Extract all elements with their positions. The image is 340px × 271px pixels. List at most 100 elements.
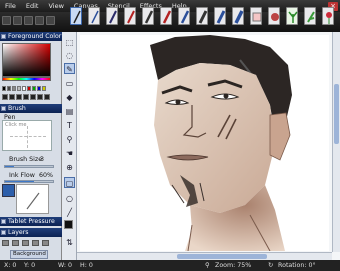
ink-flow-slider[interactable] <box>4 180 54 183</box>
brush-size-fill <box>5 166 14 167</box>
selection-height: H: 0 <box>80 262 93 269</box>
redo-icon[interactable] <box>46 16 55 25</box>
rect-tool-icon[interactable]: ▢ <box>64 177 75 188</box>
swatch[interactable] <box>42 86 46 91</box>
layer-down-icon[interactable] <box>42 240 49 246</box>
foreground-color-swatch[interactable] <box>64 220 73 229</box>
foreground-color-title: Foreground Color <box>8 33 62 40</box>
crayon-icon[interactable] <box>232 7 244 25</box>
collapse-toggle-icon[interactable] <box>1 230 6 235</box>
brush-preview-hint: Click me <box>5 122 27 128</box>
eraser-tool-icon[interactable]: ▭ <box>64 77 75 88</box>
zoom-icon[interactable]: ⊕ <box>64 161 75 172</box>
print-icon[interactable] <box>24 16 33 25</box>
fine-brush-icon[interactable] <box>88 7 100 25</box>
ellipse-tool-icon[interactable]: ○ <box>64 192 75 203</box>
paint-brush-icon[interactable] <box>124 7 136 25</box>
rose-brush-icon[interactable] <box>322 7 334 25</box>
rotation-icon: ↻ <box>268 262 274 269</box>
tablet-pressure-header[interactable]: Tablet Pressure <box>0 217 62 226</box>
layers-header[interactable]: Layers <box>0 228 62 237</box>
lasso-icon[interactable]: ◌ <box>64 49 75 60</box>
brush-stroke-preview <box>16 184 49 214</box>
tablet-pressure-title: Tablet Pressure <box>8 218 55 225</box>
foreground-color-header[interactable]: Foreground Color <box>0 32 62 41</box>
drawing-canvas[interactable] <box>80 35 329 252</box>
swatch[interactable] <box>12 86 16 91</box>
ink-flow-value: 60% <box>39 172 53 179</box>
brush-size-slider[interactable] <box>4 165 54 168</box>
brush-color-box[interactable] <box>2 184 15 197</box>
add-layer-icon[interactable] <box>2 240 9 246</box>
scroll-thumb[interactable] <box>177 254 267 259</box>
select-icon[interactable]: ⬚ <box>64 36 75 47</box>
layer-up-icon[interactable] <box>32 240 39 246</box>
swatch[interactable] <box>23 94 29 100</box>
cursor-x: X: 0 <box>4 262 17 269</box>
brush-size-label: Brush Size <box>9 156 43 163</box>
swatch[interactable] <box>16 94 22 100</box>
swatch[interactable] <box>7 86 11 91</box>
zoom-level: Zoom: 75% <box>215 262 252 269</box>
save-icon[interactable] <box>13 16 22 25</box>
fill-icon[interactable]: ◆ <box>64 91 75 102</box>
collapse-toggle-icon[interactable] <box>1 219 6 224</box>
swatch[interactable] <box>27 86 31 91</box>
swatch[interactable] <box>37 86 41 91</box>
portrait-sketch <box>150 35 292 252</box>
menu-view[interactable]: View <box>43 0 68 12</box>
leaf-brush-icon[interactable] <box>304 7 316 25</box>
canvas-area[interactable] <box>77 32 340 260</box>
charcoal-icon[interactable] <box>214 7 226 25</box>
layers-title: Layers <box>8 229 29 236</box>
brush-header[interactable]: Brush <box>0 104 62 113</box>
pen-icon[interactable] <box>70 7 82 25</box>
color-picker-field[interactable] <box>2 43 51 77</box>
pen-tool-icon[interactable]: ✎ <box>64 63 75 74</box>
plant-brush-icon[interactable] <box>286 7 298 25</box>
swatch[interactable] <box>2 94 8 100</box>
swatch[interactable] <box>44 94 50 100</box>
swatch-row <box>2 86 46 91</box>
swatch[interactable] <box>30 94 36 100</box>
eraser-icon[interactable] <box>250 7 262 25</box>
brush-icon[interactable] <box>106 7 118 25</box>
text-icon[interactable]: T <box>64 119 75 130</box>
swatch[interactable] <box>17 86 21 91</box>
hue-slider[interactable] <box>2 77 51 81</box>
swatch[interactable] <box>22 86 26 91</box>
brush-preview[interactable]: Click me <box>2 120 52 151</box>
calligraphy-icon[interactable] <box>196 7 208 25</box>
zoom-icon: ⚲ <box>205 262 210 269</box>
layer-item[interactable]: Background <box>10 250 48 259</box>
menu-file[interactable]: File <box>0 0 21 12</box>
collapse-toggle-icon[interactable] <box>1 34 6 39</box>
ink-brush-icon[interactable] <box>178 7 190 25</box>
duplicate-layer-icon[interactable] <box>12 240 19 246</box>
delete-layer-icon[interactable] <box>22 240 29 246</box>
ink-flow-fill <box>5 181 34 182</box>
undo-icon[interactable] <box>35 16 44 25</box>
airbrush-icon[interactable] <box>142 7 154 25</box>
line-tool-icon[interactable]: ╱ <box>64 206 75 217</box>
new-file-icon[interactable] <box>2 16 11 25</box>
swatch[interactable] <box>9 94 15 100</box>
marker-icon[interactable] <box>160 7 172 25</box>
swatch[interactable] <box>2 86 6 91</box>
scroll-thumb[interactable] <box>334 84 339 144</box>
status-bar: X: 0 Y: 0 W: 0 H: 0 ⚲ Zoom: 75% ↻ Rotati… <box>0 260 340 271</box>
horizontal-scrollbar[interactable] <box>77 252 332 260</box>
swap-colors-icon[interactable]: ⇅ <box>64 236 75 247</box>
vertical-scrollbar[interactable] <box>332 32 340 252</box>
collapse-toggle-icon[interactable] <box>1 106 6 111</box>
brush-title: Brush <box>8 105 26 112</box>
swatch[interactable] <box>32 86 36 91</box>
eyedropper-icon[interactable]: ⚲ <box>64 133 75 144</box>
cursor-y: Y: 0 <box>24 262 36 269</box>
preview-guide <box>10 136 46 137</box>
gradient-icon[interactable]: ▤ <box>64 105 75 116</box>
hand-icon[interactable]: ☚ <box>64 147 75 158</box>
stamp-icon[interactable] <box>268 7 280 25</box>
swatch[interactable] <box>37 94 43 100</box>
menu-edit[interactable]: Edit <box>21 0 44 12</box>
